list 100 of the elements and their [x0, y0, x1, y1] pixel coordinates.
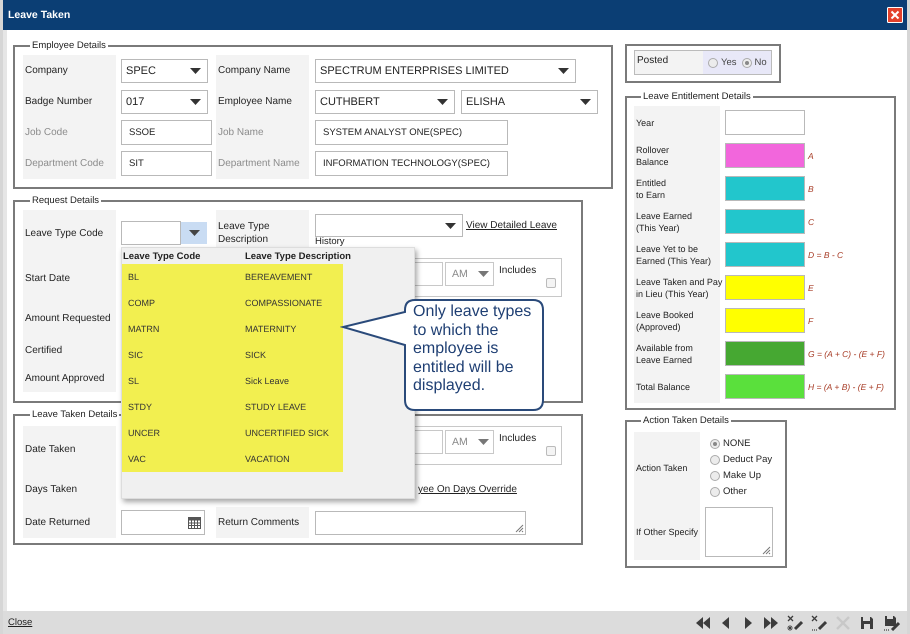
- field-label: Date Taken: [23, 426, 116, 472]
- value-field[interactable]: [725, 176, 805, 201]
- text-area[interactable]: [315, 510, 526, 534]
- field-label: Date Returned: [23, 507, 116, 538]
- close-icon[interactable]: [887, 7, 903, 23]
- section-title: Request Details: [31, 194, 100, 207]
- list-item[interactable]: SIC: [122, 350, 245, 360]
- input-field[interactable]: [121, 221, 181, 245]
- checkbox[interactable]: [546, 278, 556, 288]
- caret-icon: [190, 68, 201, 74]
- field-label: Total Balance: [634, 370, 720, 403]
- list-item[interactable]: STDY: [122, 402, 245, 412]
- x-pencil-icon[interactable]: [787, 614, 803, 630]
- caret-icon: [478, 271, 489, 277]
- value-field[interactable]: [725, 374, 805, 399]
- list-item[interactable]: SL: [122, 376, 245, 386]
- x-pencil-icon[interactable]: [811, 614, 827, 630]
- list-item[interactable]: BEREAVEMENT: [245, 272, 312, 282]
- field-label: Employee Name: [216, 86, 309, 117]
- radio-button[interactable]: [710, 438, 720, 448]
- formula-text: D = B - C: [808, 250, 844, 260]
- checkbox[interactable]: [546, 446, 556, 456]
- dropdown-button[interactable]: [181, 222, 207, 244]
- field-label: Return Comments: [216, 507, 309, 538]
- radio-button[interactable]: [710, 454, 720, 464]
- field-label: Job Code: [23, 117, 116, 148]
- resize-grip-icon[interactable]: [762, 546, 771, 555]
- list-item[interactable]: MATERNITY: [245, 324, 296, 334]
- field-label: Leave Taken and Pay in Lieu (This Year): [634, 271, 720, 304]
- list-item[interactable]: UNCERTIFIED SICK: [245, 428, 329, 438]
- list-item[interactable]: SICK: [245, 350, 266, 360]
- radio-button[interactable]: [710, 486, 720, 496]
- dropdown-field[interactable]: CUTHBERT: [315, 90, 455, 114]
- field-label: Department Code: [23, 148, 116, 179]
- field-label: Leave Yet to be Earned (This Year): [634, 238, 720, 271]
- field-label: Amount Approved: [23, 365, 116, 392]
- field-label: If Other Specify: [634, 504, 700, 560]
- list-item[interactable]: COMPASSIONATE: [245, 298, 322, 308]
- list-item[interactable]: BL: [122, 272, 245, 282]
- formula-text: F: [808, 316, 814, 326]
- dropdown-field[interactable]: 017: [121, 90, 208, 114]
- formula-text: C: [808, 216, 814, 226]
- last-page-icon[interactable]: [763, 614, 779, 630]
- field-label: Rollover Balance: [634, 139, 720, 172]
- dropdown-field[interactable]: [315, 214, 463, 237]
- radio-label: Other: [723, 486, 747, 497]
- dropdown-field[interactable]: SPECTRUM ENTERPRISES LIMITED: [315, 58, 576, 82]
- first-page-icon[interactable]: [695, 614, 711, 630]
- radio-label: Yes: [721, 57, 736, 68]
- field-label: Available from Leave Earned: [634, 337, 720, 370]
- value-field[interactable]: [725, 341, 805, 366]
- list-item[interactable]: VAC: [122, 454, 245, 464]
- field-label: Company Name: [216, 55, 309, 86]
- field-label: Entitled to Earn: [634, 172, 720, 205]
- dropdown-field[interactable]: ELISHA: [461, 90, 598, 114]
- field-label: Leave Booked (Approved): [634, 304, 720, 337]
- link[interactable]: View Detailed Leave: [466, 220, 557, 231]
- value-field[interactable]: [725, 242, 805, 267]
- dropdown-field[interactable]: AM: [445, 430, 494, 454]
- value-field[interactable]: [725, 209, 805, 234]
- section-title: Leave Taken Details: [31, 408, 118, 421]
- section-title: Action Taken Details: [642, 414, 730, 427]
- save-edit-icon[interactable]: [883, 614, 900, 630]
- field-label: Posted: [635, 51, 703, 74]
- resize-grip-icon[interactable]: [515, 524, 524, 532]
- value-field[interactable]: [725, 275, 805, 300]
- section-title: Leave Entitlement Details: [642, 90, 752, 103]
- section-title: Employee Details: [31, 39, 107, 52]
- save-icon[interactable]: [859, 614, 875, 630]
- radio-button[interactable]: [708, 58, 718, 68]
- date-field[interactable]: [121, 510, 205, 535]
- link[interactable]: yee On Days Override: [418, 484, 517, 495]
- link[interactable]: History: [315, 237, 345, 247]
- list-item[interactable]: MATRN: [122, 324, 245, 334]
- list-item[interactable]: VACATION: [245, 454, 290, 464]
- checkbox-label: Includes: [499, 433, 536, 444]
- list-item[interactable]: STUDY LEAVE: [245, 402, 306, 412]
- caret-icon: [190, 98, 201, 104]
- column-header: Leave Type Code: [122, 250, 202, 262]
- field-label: Job Name: [216, 117, 309, 148]
- window-title: Leave Taken: [8, 9, 72, 21]
- caret-icon: [445, 222, 456, 228]
- list-item[interactable]: UNCER: [122, 428, 245, 438]
- value-field[interactable]: [725, 110, 805, 135]
- formula-text: H = (A + B) - (E + F): [808, 382, 884, 392]
- radio-button[interactable]: [742, 58, 752, 68]
- close-link[interactable]: Close: [8, 617, 687, 628]
- field-label: Amount Requested: [23, 301, 116, 336]
- field-label: Certified: [23, 336, 116, 365]
- value-field[interactable]: [725, 143, 805, 168]
- dropdown-field[interactable]: AM: [445, 262, 494, 286]
- field-label: Company: [23, 55, 116, 86]
- list-item[interactable]: COMP: [122, 298, 245, 308]
- dropdown-field[interactable]: SPEC: [121, 58, 208, 82]
- text-area[interactable]: [705, 507, 773, 557]
- radio-label: NONE: [723, 438, 750, 449]
- list-item[interactable]: Sick Leave: [245, 376, 290, 386]
- radio-button[interactable]: [710, 470, 720, 480]
- value-field[interactable]: [725, 308, 805, 333]
- calendar-icon[interactable]: [188, 516, 201, 528]
